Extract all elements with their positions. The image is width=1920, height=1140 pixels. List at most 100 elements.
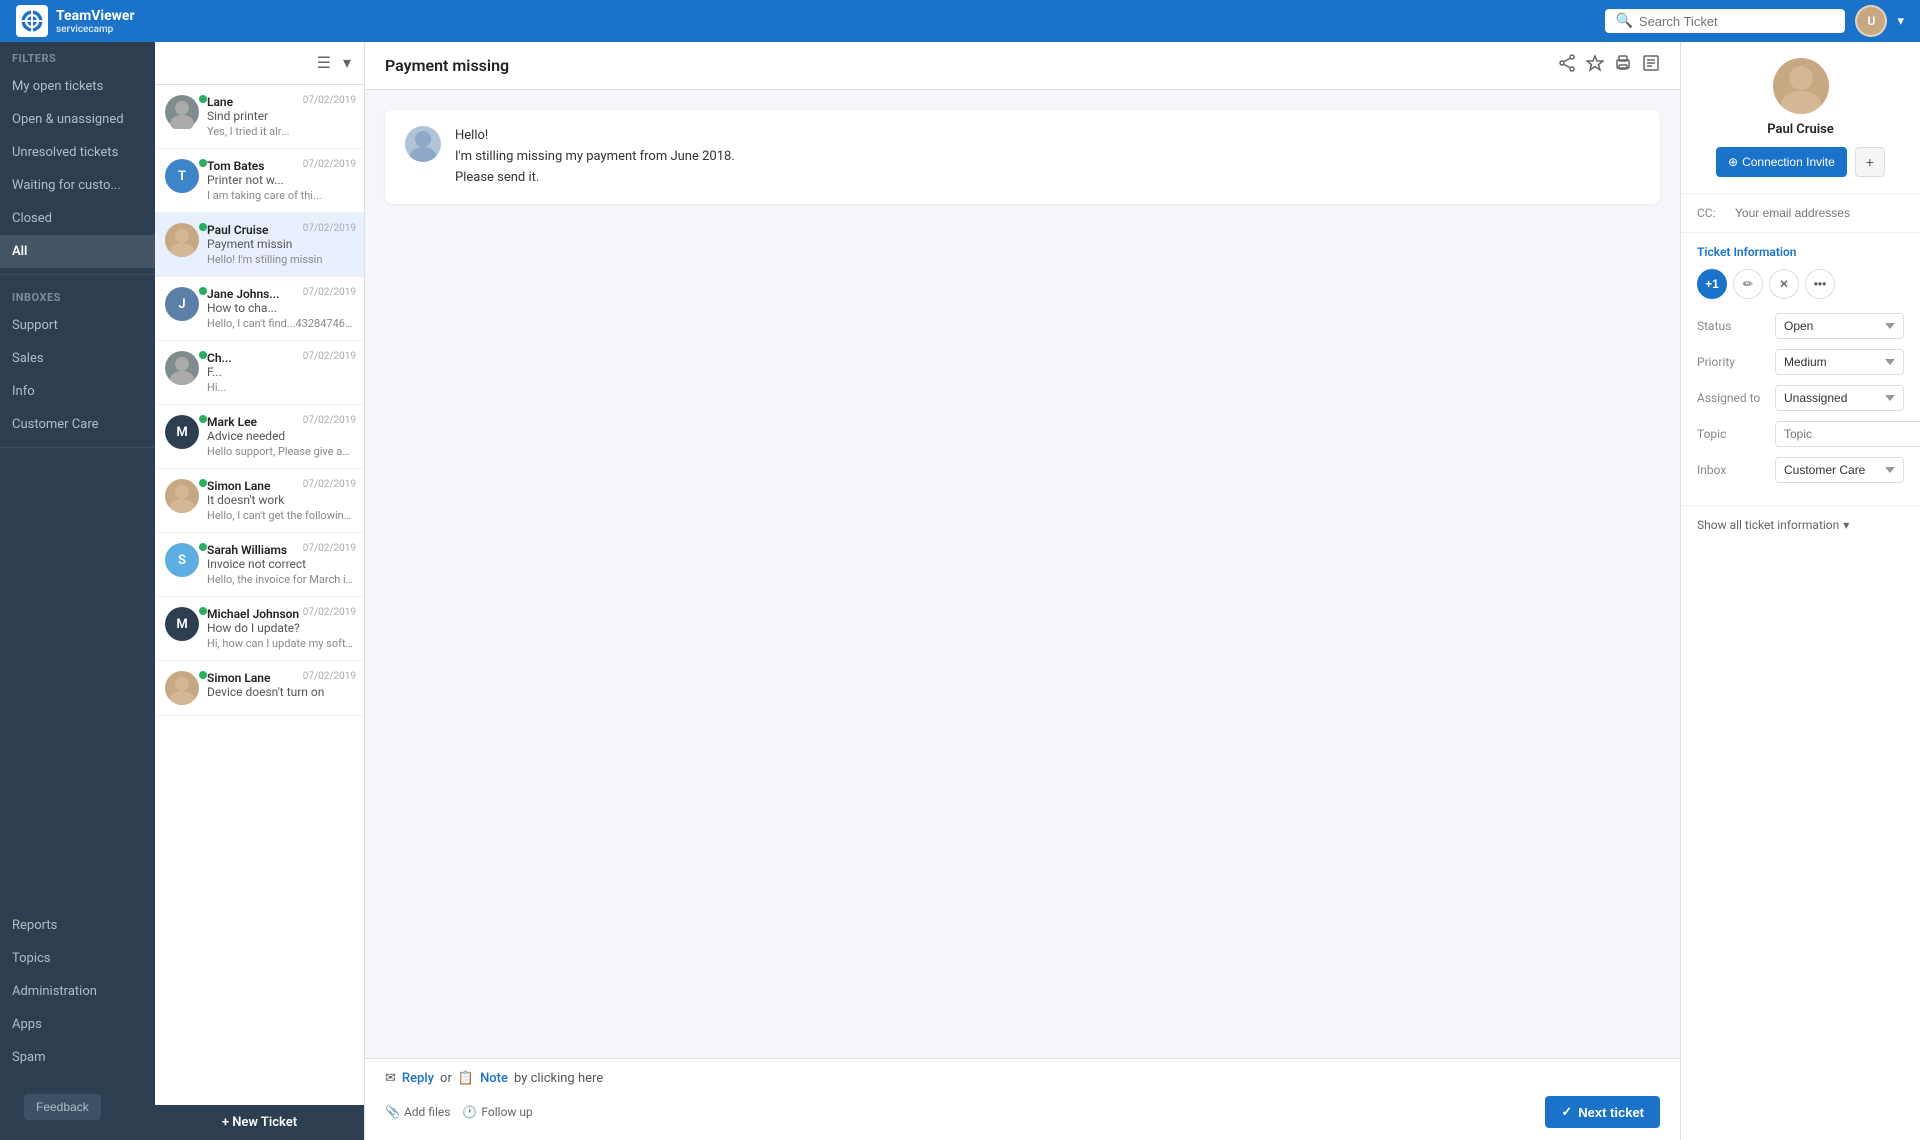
sidebar-item-topics[interactable]: Topics	[0, 942, 155, 975]
more-options-button[interactable]: •••	[1805, 269, 1835, 299]
logo-icon	[16, 5, 48, 37]
search-input[interactable]	[1639, 14, 1836, 29]
priority-select[interactable]: Low Medium High	[1775, 349, 1904, 375]
main-layout: FILTERS My open tickets Open & unassigne…	[0, 42, 1920, 1140]
assigned-label: Assigned to	[1697, 391, 1767, 405]
cc-label: CC:	[1697, 206, 1727, 220]
filters-label: FILTERS	[0, 42, 155, 70]
reply-area: ✉ Reply or 📋 Note by clicking here 📎 Add…	[365, 1058, 1680, 1140]
ticket-item[interactable]: Simon Lane It doesn't work Hello, I can'…	[155, 469, 364, 533]
ticket-indicator	[199, 95, 207, 103]
sidebar-item-sales[interactable]: Sales	[0, 342, 155, 375]
ticket-avatar	[165, 95, 199, 129]
ticket-avatar: T	[165, 159, 199, 193]
ticket-avatar	[165, 671, 199, 705]
sidebar-item-open-unassigned[interactable]: Open & unassigned	[0, 103, 155, 136]
ticket-list-header: ☰ ▾	[155, 42, 364, 85]
search-box[interactable]: 🔍	[1605, 9, 1845, 33]
ticket-item[interactable]: Lane Sind printer Yes, I tried it alr...…	[155, 85, 364, 149]
cc-input[interactable]	[1735, 206, 1904, 220]
ticket-title: Payment missing	[385, 56, 509, 75]
inbox-row: Inbox Customer Care Support Sales Info	[1697, 457, 1904, 483]
app-logo[interactable]: TeamViewer servicecamp	[16, 5, 135, 37]
close-button[interactable]: ✕	[1769, 269, 1799, 299]
sidebar-item-info[interactable]: Info	[0, 375, 155, 408]
ticket-indicator	[199, 287, 207, 295]
star-icon[interactable]	[1586, 54, 1604, 77]
status-label: Status	[1697, 319, 1767, 333]
sidebar-item-apps[interactable]: Apps	[0, 1008, 155, 1041]
ticket-items: Lane Sind printer Yes, I tried it alr...…	[155, 85, 364, 1105]
status-row: Status Open Closed Pending	[1697, 313, 1904, 339]
right-panel: Paul Cruise ⊕ Connection Invite + CC: Ti…	[1680, 42, 1920, 1140]
ticket-body: Hello! I'm stilling missing my payment f…	[365, 90, 1680, 1058]
paperclip-icon: 📎	[385, 1105, 400, 1119]
ticket-item[interactable]: M Mark Lee Advice needed Hello support, …	[155, 405, 364, 469]
topic-label: Topic	[1697, 427, 1767, 441]
contact-section: Paul Cruise ⊕ Connection Invite +	[1681, 42, 1920, 194]
list-view-icon[interactable]: ☰	[314, 50, 334, 76]
sidebar-item-unresolved[interactable]: Unresolved tickets	[0, 136, 155, 169]
ticket-item[interactable]: Paul Cruise Payment missin Hello! I'm st…	[155, 213, 364, 277]
reply-actions: 📎 Add files 🕐 Follow up ✓ Next ticket	[385, 1096, 1660, 1128]
user-dropdown-icon[interactable]: ▾	[1897, 14, 1904, 29]
ticket-header: Payment missing	[365, 42, 1680, 90]
inbox-label: Inbox	[1697, 463, 1767, 477]
reply-link[interactable]: Reply	[402, 1071, 434, 1086]
contact-name: Paul Cruise	[1697, 122, 1904, 137]
ticket-item[interactable]: M Michael Johnson How do I update? Hi, h…	[155, 597, 364, 661]
edit-button[interactable]: ✏	[1733, 269, 1763, 299]
status-select[interactable]: Open Closed Pending	[1775, 313, 1904, 339]
sidebar-item-closed[interactable]: Closed	[0, 202, 155, 235]
assigned-select[interactable]: Unassigned Support Sales	[1775, 385, 1904, 411]
ticket-item[interactable]: Ch... F... Hi... 07/02/2019	[155, 341, 364, 405]
ticket-avatar: M	[165, 607, 199, 641]
follow-up-action[interactable]: 🕐 Follow up	[462, 1105, 532, 1119]
new-ticket-button[interactable]: + New Ticket	[155, 1105, 364, 1140]
share-icon[interactable]	[1558, 54, 1576, 77]
feedback-button[interactable]: Feedback	[24, 1094, 101, 1120]
sidebar-item-spam[interactable]: Spam	[0, 1041, 155, 1074]
sidebar-item-all[interactable]: All	[0, 235, 155, 268]
clock-icon: 🕐	[462, 1105, 477, 1119]
message-avatar	[405, 126, 441, 162]
add-files-action[interactable]: 📎 Add files	[385, 1105, 450, 1119]
topic-row: Topic	[1697, 421, 1904, 447]
ticket-indicator	[199, 479, 207, 487]
download-icon[interactable]	[1642, 54, 1660, 77]
sidebar-item-administration[interactable]: Administration	[0, 975, 155, 1008]
ticket-item[interactable]: J Jane Johns... How to cha... Hello, I c…	[155, 277, 364, 341]
assigned-row: Assigned to Unassigned Support Sales	[1697, 385, 1904, 411]
reply-left-actions: 📎 Add files 🕐 Follow up	[385, 1105, 533, 1119]
sidebar: FILTERS My open tickets Open & unassigne…	[0, 42, 155, 1140]
sort-icon[interactable]: ▾	[340, 50, 354, 76]
sidebar-item-my-open[interactable]: My open tickets	[0, 70, 155, 103]
ticket-avatar	[165, 223, 199, 257]
checkmark-icon: ✓	[1561, 1104, 1572, 1120]
ticket-item[interactable]: Simon Lane Device doesn't turn on 07/02/…	[155, 661, 364, 716]
ticket-avatar	[165, 479, 199, 513]
note-link[interactable]: Note	[480, 1071, 508, 1086]
ticket-item[interactable]: S Sarah Williams Invoice not correct Hel…	[155, 533, 364, 597]
sidebar-bottom: Reports Topics Administration Apps Spam …	[0, 909, 155, 1140]
contact-buttons: ⊕ Connection Invite +	[1697, 147, 1904, 177]
sidebar-item-reports[interactable]: Reports	[0, 909, 155, 942]
sidebar-item-support[interactable]: Support	[0, 309, 155, 342]
ticket-indicator	[199, 671, 207, 679]
plus-one-button[interactable]: +1	[1697, 269, 1727, 299]
sidebar-item-waiting[interactable]: Waiting for custo...	[0, 169, 155, 202]
inbox-select[interactable]: Customer Care Support Sales Info	[1775, 457, 1904, 483]
user-avatar[interactable]: U	[1855, 5, 1887, 37]
ticket-indicator	[199, 351, 207, 359]
print-icon[interactable]	[1614, 54, 1632, 77]
reply-header: ✉ Reply or 📋 Note by clicking here	[385, 1071, 1660, 1086]
connection-invite-button[interactable]: ⊕ Connection Invite	[1716, 147, 1847, 177]
topic-input[interactable]	[1775, 421, 1920, 447]
add-user-button[interactable]: +	[1855, 147, 1885, 177]
app-name: TeamViewer servicecamp	[56, 8, 135, 35]
sidebar-item-customer-care[interactable]: Customer Care	[0, 408, 155, 441]
next-ticket-button[interactable]: ✓ Next ticket	[1545, 1096, 1660, 1128]
ticket-avatar	[165, 351, 199, 385]
show-all-ticket-info[interactable]: Show all ticket information ▾	[1681, 505, 1920, 544]
ticket-item[interactable]: T Tom Bates Printer not w... I am taking…	[155, 149, 364, 213]
